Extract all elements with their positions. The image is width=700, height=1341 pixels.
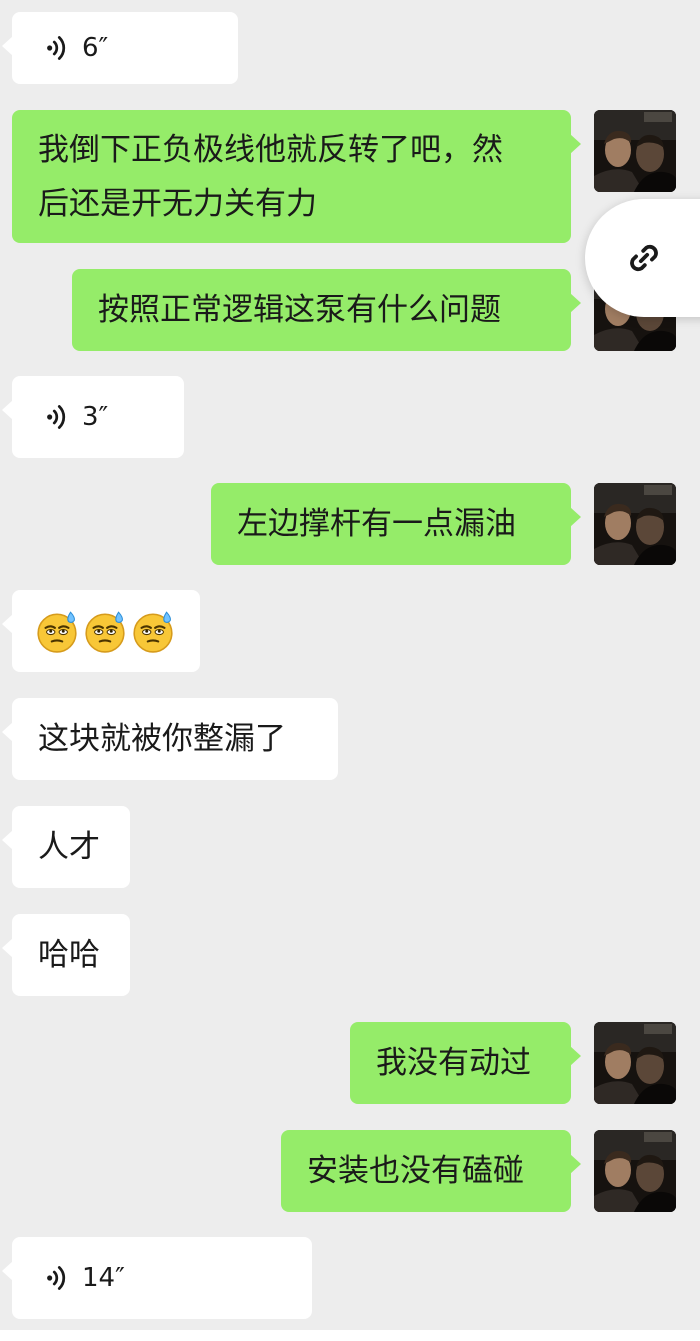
avatar-photo xyxy=(594,483,676,565)
voice-message-bubble[interactable]: 3″ xyxy=(2,376,184,458)
avatar[interactable] xyxy=(594,1022,676,1104)
voice-icon xyxy=(46,1264,68,1292)
message-text: 按照正常逻辑这泵有什么问题 xyxy=(98,292,501,328)
voice-duration: 14″ xyxy=(82,1263,125,1293)
message-text-line: 我倒下正负极线他就反转了吧，然 xyxy=(38,132,503,168)
sweat-face-emoji xyxy=(130,608,176,654)
bottom-edge xyxy=(0,1330,700,1341)
message-text: 人才 xyxy=(38,829,100,865)
message-bubble[interactable]: 左边撑杆有一点漏油 xyxy=(211,483,581,565)
floating-link-button[interactable] xyxy=(585,199,700,317)
message-bubble[interactable]: 安装也没有磕碰 xyxy=(281,1130,581,1212)
message-bubble[interactable]: 人才 xyxy=(2,806,130,888)
avatar[interactable] xyxy=(594,483,676,565)
sweat-face-emoji xyxy=(34,608,80,654)
voice-message-bubble[interactable]: 14″ xyxy=(2,1237,312,1319)
message-text-line: 后还是开无力关有力 xyxy=(38,186,317,222)
voice-duration: 6″ xyxy=(82,33,109,63)
emoji-message-bubble[interactable] xyxy=(2,590,200,672)
avatar[interactable] xyxy=(594,1130,676,1212)
voice-icon xyxy=(46,34,68,62)
voice-icon xyxy=(46,403,68,431)
message-bubble[interactable]: 哈哈 xyxy=(2,914,130,996)
avatar-photo xyxy=(594,1130,676,1212)
message-text: 我没有动过 xyxy=(376,1045,531,1081)
message-text: 哈哈 xyxy=(38,937,100,973)
message-bubble[interactable]: 这块就被你整漏了 xyxy=(2,698,338,780)
avatar[interactable] xyxy=(594,110,676,192)
message-bubble[interactable]: 我倒下正负极线他就反转了吧，然 后还是开无力关有力 xyxy=(12,110,581,243)
link-icon xyxy=(630,244,658,272)
message-bubble[interactable]: 我没有动过 xyxy=(350,1022,581,1104)
message-text: 安装也没有磕碰 xyxy=(307,1153,524,1189)
message-text: 这块就被你整漏了 xyxy=(38,721,286,757)
voice-duration: 3″ xyxy=(82,402,109,432)
avatar-photo xyxy=(594,110,676,192)
avatar-photo xyxy=(594,1022,676,1104)
sweat-face-emoji xyxy=(82,608,128,654)
voice-message-bubble[interactable]: 6″ xyxy=(2,12,238,84)
message-bubble[interactable]: 按照正常逻辑这泵有什么问题 xyxy=(72,269,581,351)
message-text: 左边撑杆有一点漏油 xyxy=(237,506,516,542)
